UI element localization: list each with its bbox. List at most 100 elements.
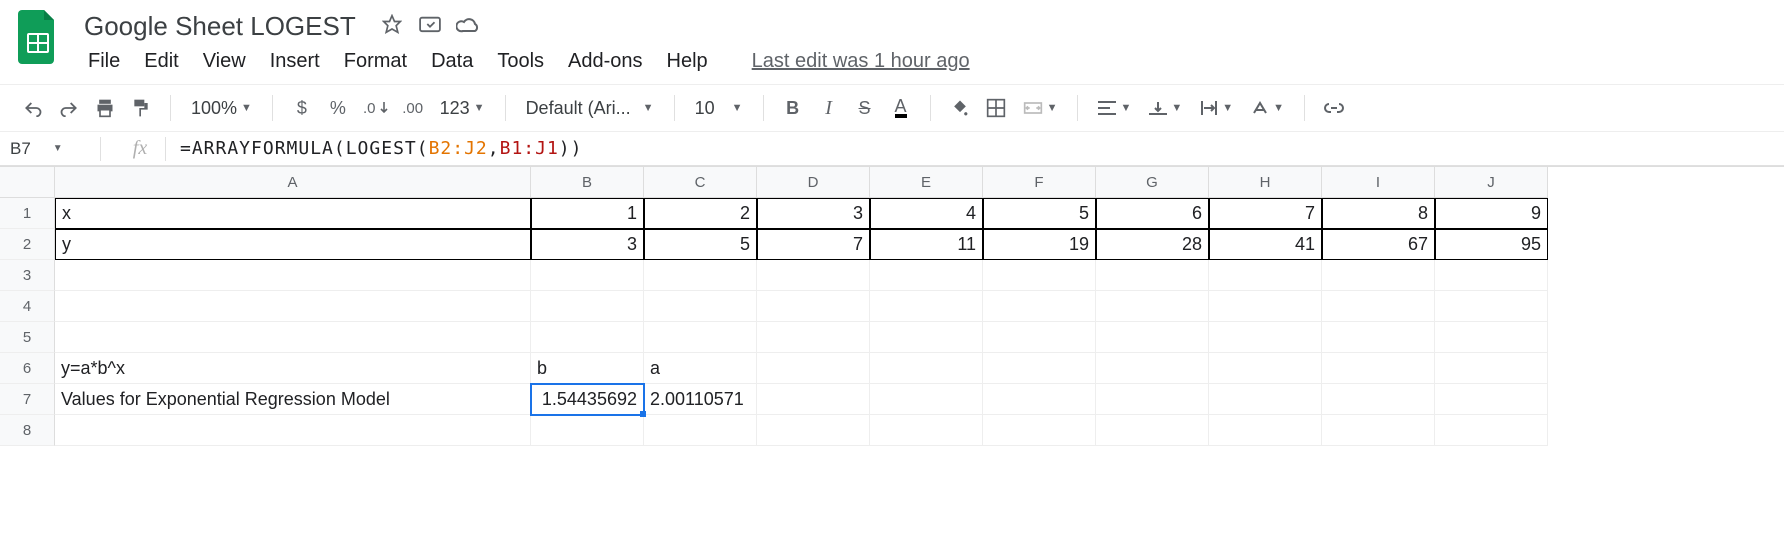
cell-E2[interactable]: 11 (870, 229, 983, 260)
cell-H8[interactable] (1209, 415, 1322, 446)
document-title[interactable]: Google Sheet LOGEST (78, 9, 362, 44)
col-header-C[interactable]: C (644, 167, 757, 198)
cell-F1[interactable]: 5 (983, 198, 1096, 229)
cell-H4[interactable] (1209, 291, 1322, 322)
col-header-J[interactable]: J (1435, 167, 1548, 198)
menu-edit[interactable]: Edit (134, 46, 188, 77)
row-header-5[interactable]: 5 (0, 322, 55, 353)
italic-button[interactable]: I (814, 93, 844, 123)
cell-A2[interactable]: y (55, 229, 531, 260)
menu-addons[interactable]: Add-ons (558, 46, 653, 77)
cell-G3[interactable] (1096, 260, 1209, 291)
menu-view[interactable]: View (193, 46, 256, 77)
format-currency-button[interactable]: $ (287, 93, 317, 123)
cell-C2[interactable]: 5 (644, 229, 757, 260)
cell-A7[interactable]: Values for Exponential Regression Model (55, 384, 531, 415)
cell-G2[interactable]: 28 (1096, 229, 1209, 260)
insert-link-button[interactable] (1319, 93, 1349, 123)
cell-H2[interactable]: 41 (1209, 229, 1322, 260)
cell-I7[interactable] (1322, 384, 1435, 415)
star-icon[interactable] (380, 14, 404, 39)
format-percent-button[interactable]: % (323, 93, 353, 123)
cell-A5[interactable] (55, 322, 531, 353)
move-icon[interactable] (418, 15, 442, 38)
cell-J7[interactable] (1435, 384, 1548, 415)
cell-B4[interactable] (531, 291, 644, 322)
cell-A4[interactable] (55, 291, 531, 322)
cell-B8[interactable] (531, 415, 644, 446)
cell-I5[interactable] (1322, 322, 1435, 353)
row-header-8[interactable]: 8 (0, 415, 55, 446)
menu-format[interactable]: Format (334, 46, 417, 77)
cell-I4[interactable] (1322, 291, 1435, 322)
cell-E1[interactable]: 4 (870, 198, 983, 229)
cell-H1[interactable]: 7 (1209, 198, 1322, 229)
cell-C8[interactable] (644, 415, 757, 446)
cell-G6[interactable] (1096, 353, 1209, 384)
cell-F4[interactable] (983, 291, 1096, 322)
cell-E4[interactable] (870, 291, 983, 322)
cell-J1[interactable]: 9 (1435, 198, 1548, 229)
cell-C4[interactable] (644, 291, 757, 322)
row-header-2[interactable]: 2 (0, 229, 55, 260)
cell-B5[interactable] (531, 322, 644, 353)
vertical-align-button[interactable]: ▼ (1143, 100, 1188, 116)
select-all-corner[interactable] (0, 167, 55, 198)
cell-E3[interactable] (870, 260, 983, 291)
paint-format-button[interactable] (126, 93, 156, 123)
cell-B2[interactable]: 3 (531, 229, 644, 260)
row-header-7[interactable]: 7 (0, 384, 55, 415)
undo-button[interactable] (18, 93, 48, 123)
cell-F7[interactable] (983, 384, 1096, 415)
sheets-logo[interactable] (16, 8, 60, 66)
cell-F8[interactable] (983, 415, 1096, 446)
last-edit-link[interactable]: Last edit was 1 hour ago (742, 46, 980, 77)
text-rotation-button[interactable]: ▼ (1245, 100, 1290, 116)
cell-J3[interactable] (1435, 260, 1548, 291)
cell-A8[interactable] (55, 415, 531, 446)
cell-J8[interactable] (1435, 415, 1548, 446)
cell-I1[interactable]: 8 (1322, 198, 1435, 229)
cell-B7[interactable]: 1.54435692 (531, 384, 644, 415)
strikethrough-button[interactable]: S (850, 93, 880, 123)
cell-D2[interactable]: 7 (757, 229, 870, 260)
col-header-H[interactable]: H (1209, 167, 1322, 198)
fill-color-button[interactable] (945, 93, 975, 123)
row-header-6[interactable]: 6 (0, 353, 55, 384)
row-header-3[interactable]: 3 (0, 260, 55, 291)
cell-A3[interactable] (55, 260, 531, 291)
cell-D4[interactable] (757, 291, 870, 322)
cell-F6[interactable] (983, 353, 1096, 384)
decrease-decimal-button[interactable]: .0 (359, 93, 392, 123)
number-format-selector[interactable]: 123▼ (434, 98, 491, 119)
col-header-G[interactable]: G (1096, 167, 1209, 198)
font-selector[interactable]: Default (Ari...▼ (520, 98, 660, 119)
zoom-selector[interactable]: 100%▼ (185, 98, 258, 119)
increase-decimal-button[interactable]: .00 (398, 93, 428, 123)
menu-help[interactable]: Help (657, 46, 718, 77)
cell-H7[interactable] (1209, 384, 1322, 415)
row-header-4[interactable]: 4 (0, 291, 55, 322)
cell-I8[interactable] (1322, 415, 1435, 446)
cell-G8[interactable] (1096, 415, 1209, 446)
cell-H6[interactable] (1209, 353, 1322, 384)
cell-D6[interactable] (757, 353, 870, 384)
cell-D7[interactable] (757, 384, 870, 415)
cell-E6[interactable] (870, 353, 983, 384)
cell-C3[interactable] (644, 260, 757, 291)
cell-F2[interactable]: 19 (983, 229, 1096, 260)
redo-button[interactable] (54, 93, 84, 123)
menu-data[interactable]: Data (421, 46, 483, 77)
cell-H3[interactable] (1209, 260, 1322, 291)
cell-B1[interactable]: 1 (531, 198, 644, 229)
menu-tools[interactable]: Tools (487, 46, 554, 77)
cell-H5[interactable] (1209, 322, 1322, 353)
cell-G1[interactable]: 6 (1096, 198, 1209, 229)
cell-C6[interactable]: a (644, 353, 757, 384)
cell-D3[interactable] (757, 260, 870, 291)
col-header-D[interactable]: D (757, 167, 870, 198)
cell-E7[interactable] (870, 384, 983, 415)
merge-cells-button[interactable]: ▼ (1017, 98, 1064, 118)
cell-J2[interactable]: 95 (1435, 229, 1548, 260)
cell-C1[interactable]: 2 (644, 198, 757, 229)
